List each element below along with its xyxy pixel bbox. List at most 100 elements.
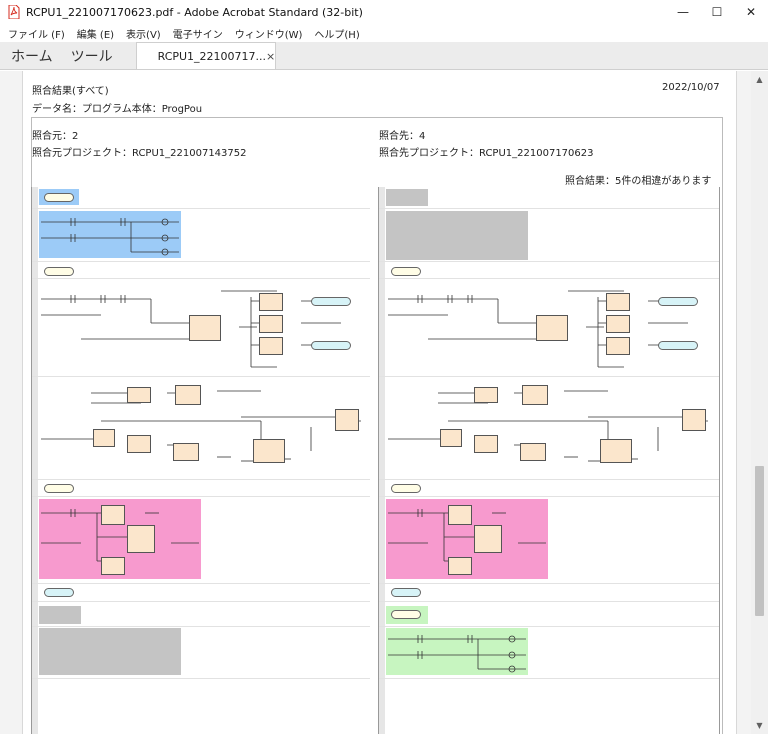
function-block [448, 505, 472, 525]
row-divider [32, 496, 370, 497]
window-title: RCPU1_221007170623.pdf - Adobe Acrobat S… [26, 5, 363, 19]
function-block [474, 387, 498, 403]
output-pill [311, 341, 351, 350]
right-pane-border [719, 187, 720, 734]
label-pill [391, 484, 421, 493]
function-block [189, 315, 221, 341]
diff-highlight-gray [386, 211, 528, 260]
row-divider [32, 278, 370, 279]
function-block [440, 429, 462, 447]
ladder-fb-diagram [388, 390, 708, 462]
function-block [173, 443, 199, 461]
tab-bar: ホーム ツール RCPU1_22100717... × [0, 42, 768, 70]
scroll-thumb[interactable] [755, 466, 764, 616]
pdf-page: 照合結果(すべて) 2022/10/07 データ名：プログラム本体：ProgPo… [22, 71, 737, 734]
tab-document-label: RCPU1_22100717... [157, 49, 267, 63]
menu-file[interactable]: ファイル (F) [0, 26, 71, 41]
title-bar: RCPU1_221007170623.pdf - Adobe Acrobat S… [0, 0, 768, 24]
function-block [606, 337, 630, 355]
row-divider [32, 678, 370, 679]
function-block [474, 435, 498, 453]
function-block [536, 315, 568, 341]
data-name-label: データ名：プログラム本体：ProgPou [32, 104, 203, 115]
diff-highlight-gray [386, 189, 428, 206]
label-pill [391, 588, 421, 597]
ladder-rung-diagram [41, 218, 179, 256]
menu-edit[interactable]: 編集 (E) [71, 26, 120, 41]
row-divider [32, 261, 370, 262]
function-block [101, 505, 125, 525]
left-row-gutter [32, 187, 38, 734]
ladder-fb-diagram [41, 390, 361, 462]
function-block [175, 385, 201, 405]
result-summary: 照合結果：5件の相違があります [565, 176, 712, 187]
row-divider [32, 583, 370, 584]
label-pill [44, 193, 74, 202]
function-block [259, 315, 283, 333]
tab-home[interactable]: ホーム [0, 42, 62, 69]
function-block [253, 439, 285, 463]
label-pill [391, 610, 421, 619]
menu-e-sign[interactable]: 電子サイン [167, 26, 229, 41]
function-block [522, 385, 548, 405]
function-block [606, 315, 630, 333]
function-block [259, 337, 283, 355]
function-block [127, 525, 155, 553]
function-block [335, 409, 359, 431]
diff-highlight-gray [39, 628, 181, 675]
menu-window[interactable]: ウィンドウ(W) [229, 26, 309, 41]
menu-help[interactable]: ヘルプ(H) [308, 26, 365, 41]
right-row-gutter [379, 187, 385, 734]
function-block [101, 557, 125, 575]
row-divider [32, 208, 370, 209]
row-divider [379, 479, 719, 480]
tab-tools[interactable]: ツール [62, 42, 122, 69]
source-label: 照合元：2 [32, 131, 79, 142]
row-divider [379, 626, 719, 627]
source-project: 照合元プロジェクト：RCPU1_221007143752 [32, 148, 247, 159]
label-pill [44, 484, 74, 493]
document-viewport[interactable]: 照合結果(すべて) 2022/10/07 データ名：プログラム本体：ProgPo… [0, 71, 768, 734]
row-divider [379, 261, 719, 262]
function-block [259, 293, 283, 311]
row-divider [379, 583, 719, 584]
row-divider [379, 496, 719, 497]
row-divider [32, 479, 370, 480]
row-divider [379, 278, 719, 279]
dest-label: 照合先：4 [379, 131, 426, 142]
function-block [606, 293, 630, 311]
close-tab-icon[interactable]: × [266, 50, 275, 63]
row-divider [32, 601, 370, 602]
ladder-rung-diagram [388, 635, 526, 673]
row-divider [379, 208, 719, 209]
maximize-button[interactable]: ☐ [700, 0, 734, 24]
row-divider [32, 626, 370, 627]
close-window-button[interactable]: ✕ [734, 0, 768, 24]
label-pill [44, 588, 74, 597]
function-block [93, 429, 115, 447]
menu-bar: ファイル (F) 編集 (E) 表示(V) 電子サイン ウィンドウ(W) ヘルプ… [0, 24, 768, 42]
row-divider [32, 376, 370, 377]
function-block [600, 439, 632, 463]
function-block [127, 387, 151, 403]
acrobat-pdf-icon [8, 5, 20, 19]
label-pill [44, 267, 74, 276]
output-pill [311, 297, 351, 306]
label-pill [391, 267, 421, 276]
tab-document[interactable]: RCPU1_22100717... × [135, 42, 276, 69]
minimize-button[interactable]: — [666, 0, 700, 24]
row-divider [379, 376, 719, 377]
row-divider [379, 678, 719, 679]
diff-highlight-gray [39, 606, 81, 624]
report-date: 2022/10/07 [662, 82, 720, 93]
scroll-down-arrow-icon[interactable]: ▼ [751, 717, 768, 734]
dest-project: 照合先プロジェクト：RCPU1_221007170623 [379, 148, 594, 159]
output-pill [658, 341, 698, 350]
menu-view[interactable]: 表示(V) [120, 26, 167, 41]
row-divider [379, 601, 719, 602]
scroll-up-arrow-icon[interactable]: ▲ [751, 71, 768, 88]
report-heading: 照合結果(すべて) [32, 86, 109, 97]
function-block [682, 409, 706, 431]
vertical-scrollbar[interactable]: ▲ ▼ [751, 71, 768, 734]
function-block [127, 435, 151, 453]
